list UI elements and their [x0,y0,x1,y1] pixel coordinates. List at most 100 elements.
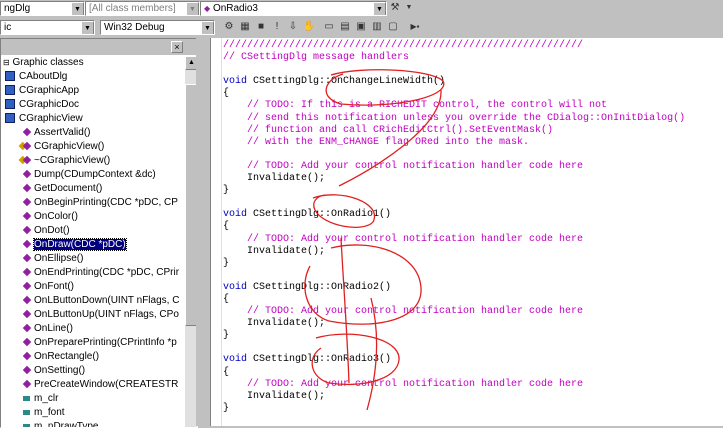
code-line: Invalidate(); [223,391,685,403]
tree-item-label: OnEndPrinting(CDC *pDC, CPrir [34,267,180,278]
method-icon [22,380,32,389]
code-keyword: void [223,281,248,293]
chevron-down-icon[interactable]: ▼ [186,2,199,15]
close-icon[interactable]: × [171,41,183,53]
tree-member-function[interactable]: PreCreateWindow(CREATESTR [22,378,178,392]
tree-item-label: OnEllipse() [34,253,84,264]
dialog-icon[interactable]: ▢ [386,20,400,34]
tile-icon[interactable]: ▥ [370,20,384,34]
code-token: CSettingDlg::OnRadio2() [247,281,392,293]
member-combo[interactable]: ◆ OnRadio3 ▼ [200,1,387,16]
tree-member-function[interactable]: OnDot() [22,224,70,238]
method-icon [22,268,32,277]
method-icon [22,184,32,193]
project-combo[interactable]: ic ▼ [0,20,95,35]
tree-item-label: OnLButtonDown(UINT nFlags, C [34,295,180,306]
code-token: CSettingDlg::OnRadio1() [247,209,392,221]
method-icon [22,198,32,207]
tree-class-item[interactable]: CGraphicView [5,112,83,126]
tree-item-label: OnFont() [34,281,75,292]
method-icon [22,310,32,319]
code-token: { [223,88,230,100]
tree-item-label: OnSetting() [34,365,86,376]
wizard-action-icon[interactable]: ⚒ [388,1,402,15]
code-line: // send this notification unless you ove… [223,113,685,125]
code-line: } [223,403,685,415]
tree-class-item[interactable]: CGraphicApp [5,84,79,98]
tree-member-function[interactable]: ~CGraphicView() [22,154,110,168]
tree-member-function[interactable]: GetDocument() [22,182,103,196]
code-text[interactable]: ////////////////////////////////////////… [223,40,685,415]
chevron-down-icon[interactable]: ▼ [71,2,84,15]
code-editor[interactable]: ////////////////////////////////////////… [210,38,723,426]
chevron-down-icon[interactable]: ▼ [402,1,416,15]
tree-member-function[interactable]: OnLButtonUp(UINT nFlags, CPo [22,308,179,322]
filter-combo[interactable]: [All class members] ▼ [85,1,200,16]
class-wizard-icon[interactable]: ▤ [338,20,352,34]
wizard-icon[interactable]: ▭ [322,20,336,34]
tree-member-function[interactable]: OnLButtonDown(UINT nFlags, C [22,294,180,308]
class-icon [5,71,15,82]
class-icon [5,113,15,124]
more-icon[interactable]: ▶▪ [408,20,422,34]
config-combo[interactable]: Win32 Debug ▼ [100,20,215,35]
tree-member-function[interactable]: Dump(CDumpContext &dc) [22,168,156,182]
code-token: Invalidate(); [223,245,326,257]
grid-icon[interactable]: ▣ [354,20,368,34]
tree-member-function[interactable]: OnColor() [22,210,78,224]
execute-icon[interactable]: ! [270,20,284,34]
tree-member-function[interactable]: OnSetting() [22,364,86,378]
code-comment: // function and call CRichEditCtrl().Set… [223,124,554,136]
tree-member-variable[interactable]: m_clr [23,392,58,406]
chevron-down-icon[interactable]: ▼ [81,21,94,34]
class-combo[interactable]: ngDlg ▼ [0,1,85,16]
code-comment: ////////////////////////////////////////… [223,40,584,51]
tree-class-item[interactable]: CGraphicDoc [5,98,79,112]
method-icon [22,128,32,137]
stop-build-icon[interactable]: ■ [254,20,268,34]
go-icon[interactable]: ⇩ [286,20,300,34]
tree-member-function[interactable]: AssertValid() [22,126,91,140]
method-icon [22,212,32,221]
method-icon [22,170,32,179]
tree-member-variable[interactable]: m_font [23,406,65,420]
tree-item-label: m_font [34,407,65,418]
code-comment: // TODO: Add your control notification h… [223,306,584,318]
chevron-down-icon[interactable]: ▼ [201,21,214,34]
tree-member-function[interactable]: CGraphicView() [22,140,104,154]
code-line: { [223,88,685,100]
splitter[interactable] [196,38,210,426]
tree-member-function[interactable]: OnDraw(CDC *pDC) [22,238,127,252]
breakpoint-icon[interactable]: ✋ [302,20,316,34]
method-icon [22,324,32,333]
method-icon [22,338,32,347]
tree-root[interactable]: ⊟ Graphic classes [3,56,84,70]
tree-item-label: GetDocument() [34,183,103,194]
method-icon [22,240,32,249]
tree-class-item[interactable]: CAboutDlg [5,70,67,84]
chevron-down-icon[interactable]: ▼ [373,2,386,15]
tree-member-function[interactable]: OnBeginPrinting(CDC *pDC, CP [22,196,178,210]
code-line: } [223,258,685,270]
tree-member-function[interactable]: OnRectangle() [22,350,99,364]
method-icon [22,254,32,263]
code-keyword: void [223,354,248,366]
code-line: } [223,330,685,342]
tree-member-function[interactable]: OnPreparePrinting(CPrintInfo *p [22,336,177,350]
build-icon[interactable]: ▦ [238,20,252,34]
tree-member-function[interactable]: OnFont() [22,280,75,294]
tree-member-variable[interactable]: m_nDrawType [23,420,98,427]
code-line: // TODO: Add your control notification h… [223,161,685,173]
collapse-icon[interactable]: ⊟ [3,58,10,67]
method-icon [22,226,32,235]
compile-icon[interactable]: ⚙ [222,20,236,34]
code-comment: // TODO: Add your control notification h… [223,233,584,245]
class-combo-value: ngDlg [4,3,31,14]
tree-member-function[interactable]: OnEndPrinting(CDC *pDC, CPrir [22,266,180,280]
code-line: void CSettingDlg::OnChangeLineWidth() [223,76,685,88]
tree-item-label: m_clr [34,393,59,404]
code-token: { [223,221,230,233]
tree-member-function[interactable]: OnLine() [22,322,73,336]
tree-member-function[interactable]: OnEllipse() [22,252,84,266]
